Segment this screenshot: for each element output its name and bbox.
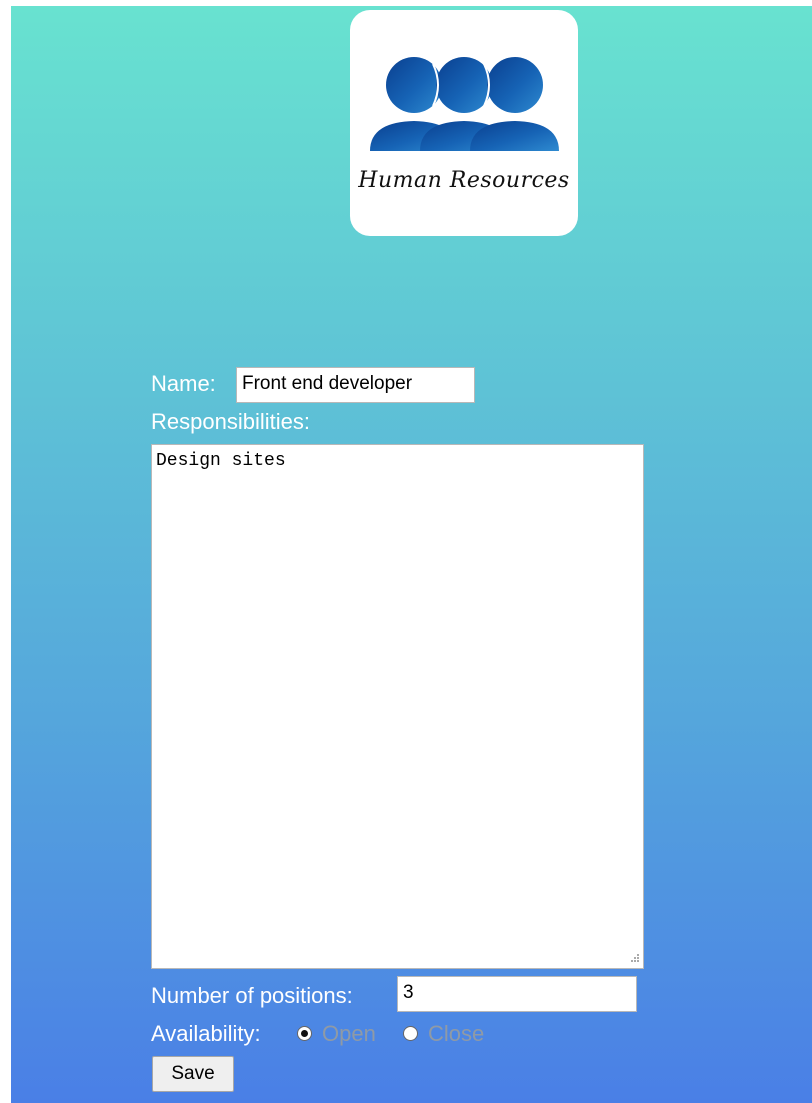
radio-open-label[interactable]: Open [322, 1021, 376, 1047]
hr-logo: Human Resources [350, 10, 578, 236]
responsibilities-label: Responsibilities: [151, 409, 310, 434]
responsibilities-textarea[interactable]: Design sites [151, 444, 644, 969]
availability-label: Availability: [151, 1021, 261, 1046]
positions-label: Number of positions: [151, 983, 353, 1008]
save-button[interactable]: Save [152, 1056, 234, 1092]
name-label: Name: [151, 371, 216, 396]
logo-text: Human Resources [358, 168, 570, 193]
radio-close-label[interactable]: Close [428, 1021, 484, 1047]
resize-grip-icon[interactable] [628, 953, 640, 965]
radio-open-dot [301, 1030, 308, 1037]
radio-open[interactable] [297, 1026, 312, 1041]
page-background: Human Resources Name: Front end develope… [11, 6, 812, 1103]
name-input[interactable]: Front end developer [236, 367, 475, 403]
positions-input[interactable]: 3 [397, 976, 637, 1012]
responsibilities-text: Design sites [156, 451, 286, 471]
people-group-icon [370, 57, 559, 151]
radio-close[interactable] [403, 1026, 418, 1041]
